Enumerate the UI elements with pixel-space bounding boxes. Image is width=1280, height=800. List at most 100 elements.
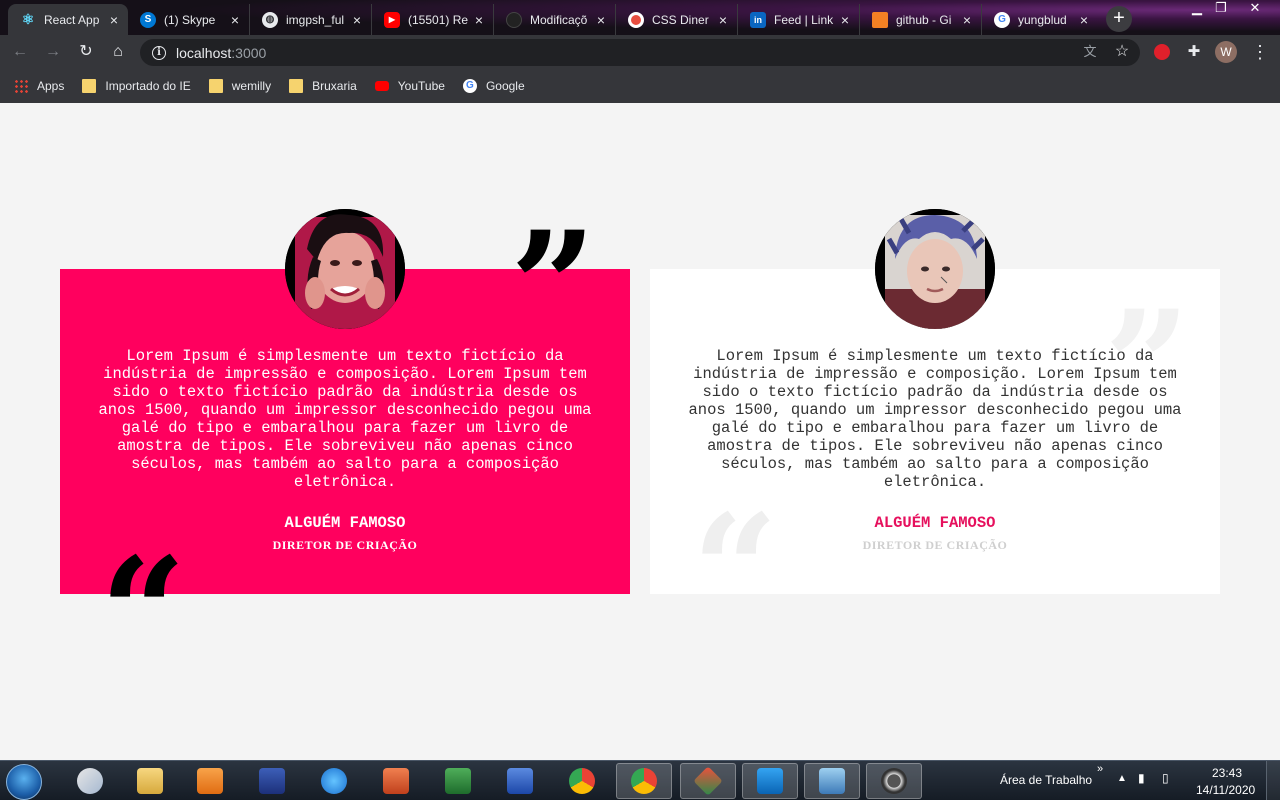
home-icon[interactable]: ⌂ (108, 42, 128, 62)
document-viewer-icon (259, 768, 285, 794)
google-icon: G (462, 79, 477, 93)
battery-icon[interactable]: ▯ (1162, 771, 1169, 785)
diner-icon (628, 11, 644, 28)
tab-css-diner[interactable]: CSS Diner × (616, 4, 738, 35)
taskbar-excel[interactable] (430, 763, 486, 799)
taskbar-chrome-profile[interactable] (616, 763, 672, 799)
taskbar-chrome[interactable] (554, 763, 610, 799)
folder-icon (137, 768, 163, 794)
close-window-icon[interactable]: ✕ (1232, 0, 1278, 18)
testimonial-author: ALGUÉM FAMOSO (874, 514, 996, 532)
tab-github-changes[interactable]: Modificaçõ × (494, 4, 616, 35)
media-player-icon (197, 768, 223, 794)
close-icon[interactable]: × (837, 12, 853, 28)
extension-adblock-icon[interactable] (1152, 42, 1172, 62)
extensions-puzzle-icon[interactable]: ✚ (1184, 42, 1204, 62)
photo-viewer-icon (819, 768, 845, 794)
bookmark-label: Importado do IE (105, 79, 191, 93)
address-bar[interactable]: i localhost:3000 文 ☆ (140, 39, 1140, 66)
close-icon[interactable]: × (959, 12, 975, 28)
folder-icon (208, 79, 223, 93)
tab-youtube[interactable]: ▶ (15501) Re × (372, 4, 494, 35)
github-icon (506, 11, 522, 28)
close-icon[interactable]: × (715, 12, 731, 28)
close-icon[interactable]: × (471, 12, 487, 28)
new-tab-button[interactable]: + (1106, 6, 1132, 32)
tab-react-app[interactable]: ⚛ React App × (8, 4, 128, 35)
taskbar-vscode[interactable] (742, 763, 798, 799)
browser-tab-strip: ⚛ React App × S (1) Skype × ◍ imgpsh_ful… (0, 0, 1280, 35)
close-icon[interactable]: × (1076, 12, 1092, 28)
react-icon: ⚛ (21, 11, 35, 27)
word-icon (507, 768, 533, 794)
clock-time[interactable]: 23:43 (1212, 766, 1242, 780)
clock-date[interactable]: 14/11/2020 (1196, 783, 1255, 797)
profile-avatar[interactable]: W (1215, 41, 1237, 63)
taskbar-git-kraken[interactable] (680, 763, 736, 799)
tray-expand-icon[interactable]: ▲ (1117, 773, 1127, 784)
start-button[interactable] (6, 764, 42, 800)
tab-skype[interactable]: S (1) Skype × (128, 4, 250, 35)
bookmark-importado[interactable]: Importado do IE (82, 79, 191, 93)
tab-github-search[interactable]: github - Gi × (860, 4, 982, 35)
tab-title: imgpsh_ful (286, 12, 345, 27)
close-icon[interactable]: × (349, 12, 365, 28)
info-icon[interactable]: i (152, 45, 166, 60)
minimize-icon[interactable]: ▁ (1184, 0, 1210, 18)
taskbar-paint[interactable] (62, 763, 118, 799)
taskbar-media-player[interactable] (182, 763, 238, 799)
taskbar-sumatra[interactable] (244, 763, 300, 799)
tab-imgpsh[interactable]: ◍ imgpsh_ful × (250, 4, 372, 35)
git-icon (693, 766, 723, 796)
menu-dots-icon[interactable]: ⋮ (1250, 42, 1270, 62)
google-icon: G (994, 11, 1010, 28)
tab-title: (15501) Re (408, 12, 469, 27)
obs-icon (881, 768, 907, 794)
chrome-icon (569, 768, 595, 794)
folder-icon (82, 79, 97, 93)
linkedin-icon: in (750, 11, 766, 28)
taskbar-obs[interactable] (866, 763, 922, 799)
internet-explorer-icon (321, 768, 347, 794)
chevron-right-icon[interactable]: » (1097, 763, 1103, 775)
tab-title: github - Gi (896, 12, 952, 27)
youtube-icon: ▶ (384, 11, 400, 28)
network-icon[interactable]: ▮ (1138, 771, 1145, 785)
reload-icon[interactable]: ↻ (76, 42, 96, 62)
bookmark-apps[interactable]: Apps (14, 79, 64, 93)
translate-icon[interactable]: 文 (1080, 42, 1100, 62)
tab-yungblud[interactable]: G yungblud × (982, 4, 1098, 35)
testimonial-quote: Lorem Ipsum é simplesmente um texto fict… (688, 347, 1182, 491)
bookmark-youtube[interactable]: YouTube (374, 79, 445, 93)
windows-taskbar: Área de Trabalho » ▲ ▮ ▯ 23:43 14/11/202… (0, 760, 1280, 800)
taskbar-explorer[interactable] (122, 763, 178, 799)
show-desktop-button[interactable] (1266, 761, 1280, 800)
url-host: localhost (176, 44, 232, 61)
forward-arrow-icon[interactable]: → (43, 42, 63, 62)
back-arrow-icon[interactable]: ← (10, 42, 30, 62)
apps-grid-icon (14, 79, 28, 93)
star-icon[interactable]: ☆ (1112, 42, 1132, 62)
desktop-toolbar-label[interactable]: Área de Trabalho (1000, 773, 1092, 787)
tab-title: Feed | Link (774, 12, 834, 27)
bookmark-label: Bruxaria (312, 79, 357, 93)
close-icon[interactable]: × (227, 12, 243, 28)
powerpoint-icon (383, 768, 409, 794)
taskbar-powerpoint[interactable] (368, 763, 424, 799)
skype-icon: S (140, 11, 156, 28)
bookmark-label: wemilly (231, 79, 272, 93)
restore-icon[interactable]: ❐ (1208, 0, 1234, 18)
globe-icon: ◍ (262, 11, 278, 28)
taskbar-internet-explorer[interactable] (306, 763, 362, 799)
tab-linkedin[interactable]: in Feed | Link × (738, 4, 860, 35)
bookmark-wemilly[interactable]: wemilly (208, 79, 272, 93)
taskbar-word[interactable] (492, 763, 548, 799)
browser-toolbar: ← → ↻ ⌂ i localhost:3000 文 ☆ ✚ W ⋮ (0, 35, 1280, 69)
bookmark-google[interactable]: G Google (462, 79, 525, 93)
taskbar-photos[interactable] (804, 763, 860, 799)
close-icon[interactable]: × (593, 12, 609, 28)
open-quote-icon: “ (100, 525, 187, 701)
paint-icon (77, 768, 103, 794)
bookmark-bruxaria[interactable]: Bruxaria (289, 79, 357, 93)
close-icon[interactable]: × (106, 12, 122, 28)
